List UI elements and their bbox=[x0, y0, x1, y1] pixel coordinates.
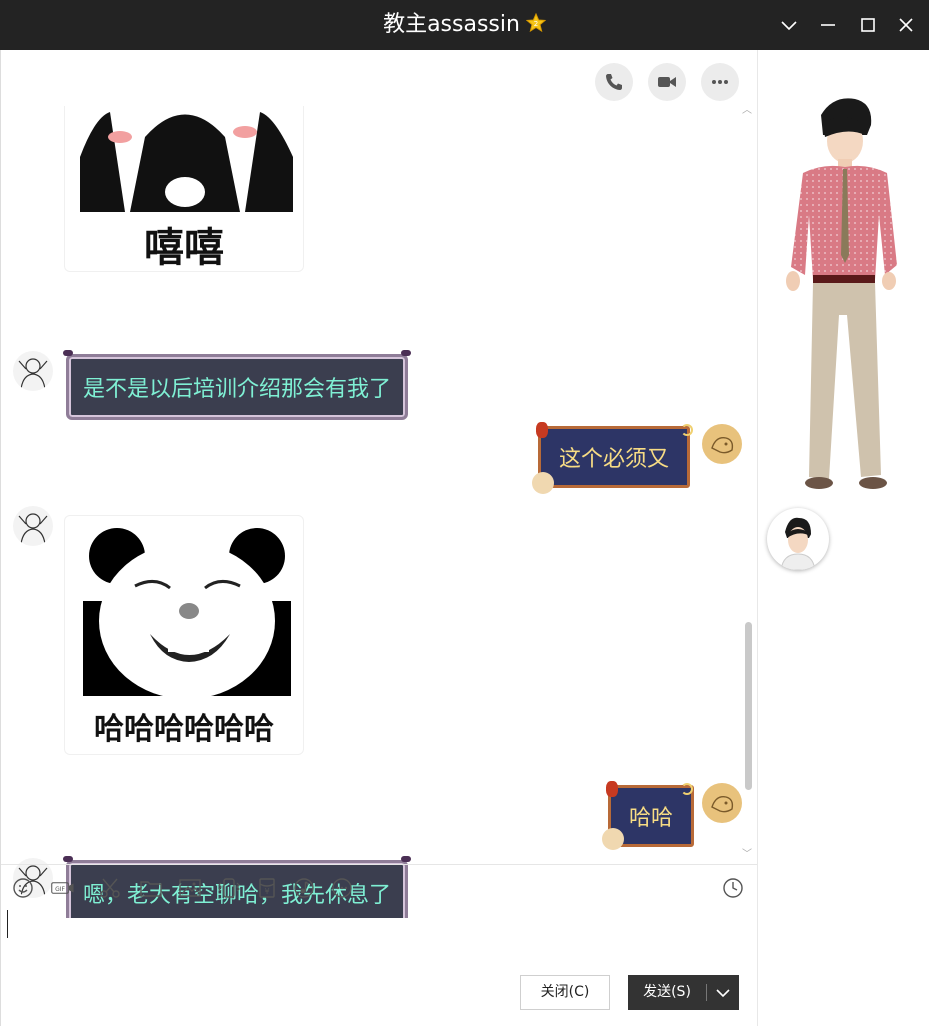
moon-decoration-icon bbox=[681, 424, 693, 436]
minimize-icon[interactable] bbox=[813, 10, 843, 40]
text-cursor bbox=[7, 910, 8, 938]
close-icon[interactable] bbox=[891, 10, 921, 40]
sticker-caption: 嘻嘻 bbox=[144, 225, 224, 271]
self-avatar[interactable] bbox=[702, 424, 742, 464]
contact-name: 教主assassin bbox=[383, 12, 520, 37]
music-icon[interactable] bbox=[292, 876, 316, 900]
sticker-caption: 哈哈哈哈哈哈 bbox=[94, 712, 274, 747]
phone-call-icon[interactable] bbox=[595, 63, 633, 101]
red-packet-icon[interactable]: ¥ bbox=[255, 876, 279, 900]
contact-avatar[interactable] bbox=[13, 351, 53, 391]
scroll-up-icon[interactable]: ︿ bbox=[742, 106, 754, 116]
maximize-icon[interactable] bbox=[853, 10, 883, 40]
moon-decoration-icon bbox=[681, 783, 693, 795]
scroll-down-icon[interactable]: ﹀ bbox=[742, 850, 754, 860]
vibrate-icon[interactable] bbox=[217, 876, 241, 900]
send-options-chevron-icon[interactable] bbox=[708, 975, 738, 1010]
svg-text:¥: ¥ bbox=[264, 887, 269, 896]
video-call-icon[interactable] bbox=[648, 63, 686, 101]
panda-laughing-face-icon bbox=[83, 528, 291, 699]
contact-avatar[interactable] bbox=[13, 506, 53, 546]
self-avatar[interactable] bbox=[702, 783, 742, 823]
chevron-down-icon[interactable] bbox=[774, 10, 804, 40]
close-button[interactable]: 关闭(C) bbox=[520, 975, 610, 1010]
scrollbar-thumb[interactable] bbox=[745, 622, 752, 790]
character-mini-avatar[interactable] bbox=[767, 508, 829, 570]
message-list[interactable]: 嘻嘻 是不是以后培训介绍那会有我了 这个必须又 哈哈哈哈哈哈 哈哈 嗯，老大有空… bbox=[1, 106, 758, 918]
send-button-divider bbox=[706, 984, 707, 1001]
chat-pane: 嘻嘻 是不是以后培训介绍那会有我了 这个必须又 哈哈哈哈哈哈 哈哈 嗯，老大有空… bbox=[0, 50, 758, 1026]
character-avatar-figure-icon[interactable] bbox=[763, 95, 923, 505]
image-icon[interactable] bbox=[178, 876, 202, 900]
incoming-message-bubble[interactable]: 是不是以后培训介绍那会有我了 bbox=[62, 350, 412, 420]
history-clock-icon[interactable] bbox=[721, 876, 745, 900]
send-button-label: 发送(S) bbox=[643, 984, 691, 1000]
svg-text:2: 2 bbox=[534, 20, 538, 28]
screenshot-scissors-icon[interactable] bbox=[98, 876, 122, 900]
more-options-icon[interactable] bbox=[701, 63, 739, 101]
gif-icon[interactable]: GIF bbox=[51, 876, 83, 900]
toolbar-divider bbox=[1, 864, 758, 865]
send-button[interactable]: 发送(S) bbox=[628, 975, 739, 1010]
lantern-decoration-icon bbox=[536, 422, 548, 438]
svg-text:GIF: GIF bbox=[55, 886, 65, 893]
character-show-panel bbox=[757, 50, 929, 1026]
bubble-character-icon bbox=[602, 828, 624, 850]
laughing-panda-sticker-icon bbox=[77, 106, 293, 212]
more-tools-icon[interactable] bbox=[330, 876, 354, 900]
title-bar: 教主assassin 2 bbox=[0, 0, 929, 50]
folder-icon[interactable] bbox=[139, 876, 163, 900]
bubble-character-icon bbox=[532, 472, 554, 494]
lantern-decoration-icon bbox=[606, 781, 618, 797]
sticker-message[interactable]: 哈哈哈哈哈哈 bbox=[64, 515, 304, 755]
emoji-icon[interactable] bbox=[11, 876, 35, 900]
outgoing-message-bubble[interactable]: 这个必须又 bbox=[538, 426, 691, 488]
vip-star-icon: 2 bbox=[525, 2, 547, 33]
sticker-message[interactable]: 嘻嘻 bbox=[64, 106, 304, 272]
